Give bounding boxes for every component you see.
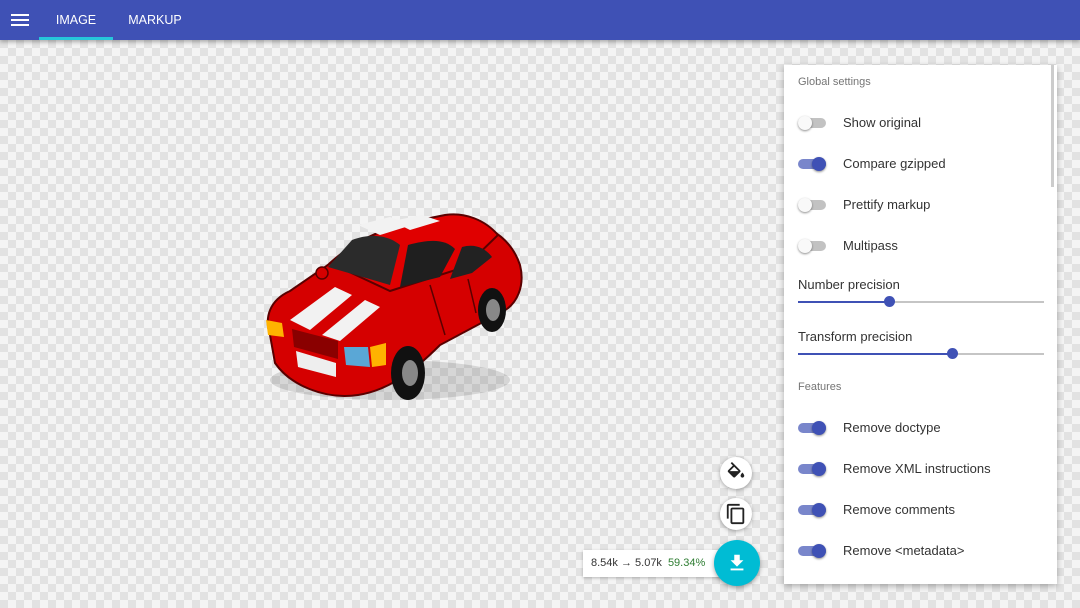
number-precision-thumb[interactable]: [884, 296, 896, 307]
remove-comments-switch[interactable]: [798, 503, 826, 517]
number-precision-label: Number precision: [798, 277, 900, 292]
toggle-remove-metadata[interactable]: Remove <metadata>: [784, 536, 1057, 566]
show-original-label: Show original: [843, 115, 922, 130]
compare-gzipped-label: Compare gzipped: [843, 156, 946, 171]
compare-gzipped-switch[interactable]: [798, 157, 826, 171]
top-app-bar: IMAGE MARKUP: [0, 0, 1080, 40]
toggle-prettify-markup[interactable]: Prettify markup: [784, 190, 1057, 220]
toggle-remove-xml-instructions[interactable]: Remove XML instructions: [784, 454, 1057, 484]
tab-markup[interactable]: MARKUP: [118, 0, 192, 40]
remove-xml-instructions-label: Remove XML instructions: [843, 461, 991, 476]
remove-xml-instructions-switch[interactable]: [798, 462, 826, 476]
remove-metadata-switch[interactable]: [798, 544, 826, 558]
paint-bucket-button[interactable]: [720, 457, 752, 489]
toggle-show-original[interactable]: Show original: [784, 108, 1057, 138]
features-heading: Features: [798, 381, 842, 393]
copy-icon: [726, 503, 745, 525]
show-original-switch[interactable]: [798, 116, 826, 130]
transform-precision-track[interactable]: [798, 348, 1044, 359]
toggle-multipass[interactable]: Multipass: [784, 231, 1057, 261]
number-precision-track[interactable]: [798, 296, 1044, 307]
global-settings-heading: Global settings: [798, 76, 871, 88]
size-change-text: 8.54k → 5.07k: [591, 557, 662, 569]
menu-button[interactable]: [8, 8, 32, 32]
size-stats: 8.54k → 5.07k 59.34%: [583, 550, 734, 577]
settings-panel: Global settings Show original Compare gz…: [784, 65, 1057, 584]
transform-precision-thumb[interactable]: [946, 348, 958, 359]
slider-transform-precision: Transform precision: [784, 329, 1057, 375]
format-paint-icon: [727, 462, 745, 478]
svg-preview-image: [240, 195, 540, 420]
remove-comments-label: Remove comments: [843, 502, 955, 517]
transform-precision-label: Transform precision: [798, 329, 913, 344]
prettify-markup-switch[interactable]: [798, 198, 826, 212]
toggle-remove-doctype[interactable]: Remove doctype: [784, 413, 1057, 443]
download-icon: [730, 554, 744, 571]
slider-number-precision: Number precision: [784, 277, 1057, 323]
toggle-remove-comments[interactable]: Remove comments: [784, 495, 1057, 525]
savings-percent: 59.34%: [667, 557, 706, 569]
download-button[interactable]: [714, 540, 760, 586]
remove-doctype-label: Remove doctype: [843, 420, 941, 435]
remove-metadata-label: Remove <metadata>: [843, 543, 965, 558]
multipass-label: Multipass: [843, 238, 898, 253]
tab-image[interactable]: IMAGE: [39, 0, 113, 40]
menu-icon: [11, 14, 29, 26]
remove-doctype-switch[interactable]: [798, 421, 826, 435]
toggle-compare-gzipped[interactable]: Compare gzipped: [784, 149, 1057, 179]
multipass-switch[interactable]: [798, 239, 826, 253]
copy-button[interactable]: [720, 498, 752, 530]
prettify-markup-label: Prettify markup: [843, 197, 931, 212]
